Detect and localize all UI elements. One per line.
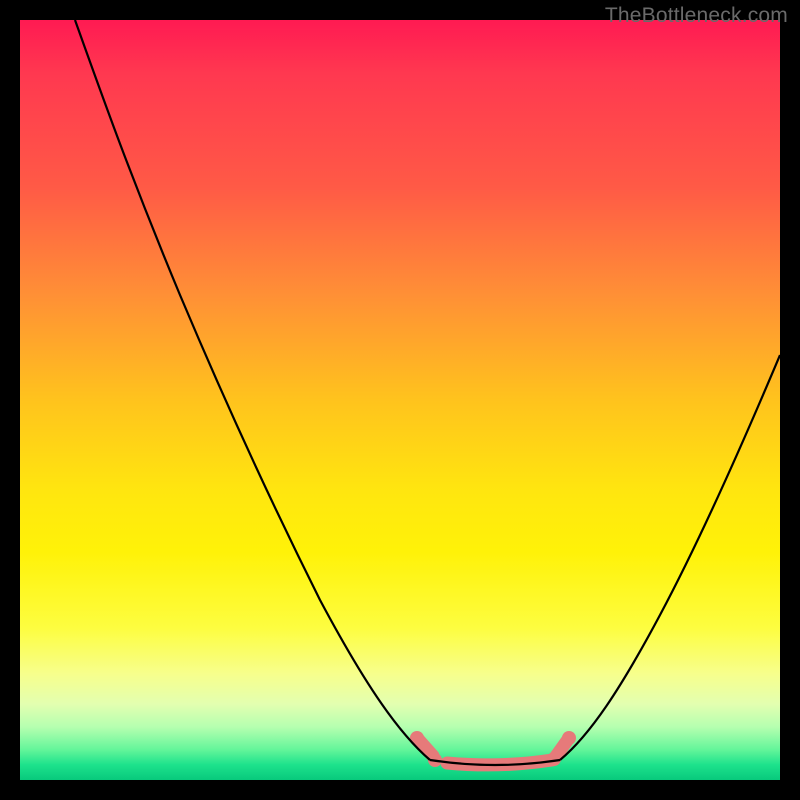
left-curve — [75, 20, 430, 760]
watermark-label: TheBottleneck.com — [605, 4, 788, 28]
right-curve — [560, 355, 780, 760]
curve-layer — [20, 20, 780, 780]
plot-area — [20, 20, 780, 780]
chart-frame: TheBottleneck.com — [0, 0, 800, 800]
